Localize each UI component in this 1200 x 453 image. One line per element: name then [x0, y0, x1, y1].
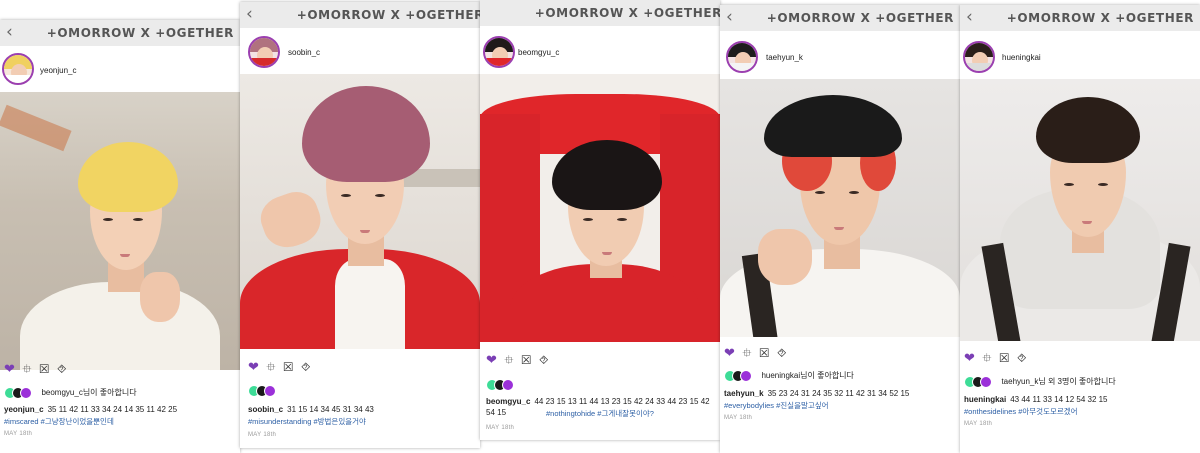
post-date: MAY 18th	[724, 415, 753, 421]
post-username[interactable]: beomgyu_c	[518, 48, 559, 57]
hashtags[interactable]: #nothingtohide #그게내잘못이야?	[546, 409, 716, 419]
cross-box-icon[interactable]: ☒	[999, 352, 1010, 365]
post-photo[interactable]	[240, 74, 480, 349]
post-card-soobin: ‹ +OMORROW X +OGETHER soobin_c ❤ ⯐ ☒ ⯑ s…	[240, 2, 480, 448]
liker-avatars[interactable]	[486, 378, 516, 391]
hashtags[interactable]: #everybodylies #진실을말고싶어	[724, 401, 958, 411]
hashtags[interactable]: #misunderstanding #방법은있을거야	[248, 417, 476, 427]
likes-row: hueningkai님이 좋아합니다	[724, 367, 854, 382]
app-title: +OMORROW X +OGETHER	[534, 6, 720, 20]
post-actions: ❤ ⯐ ☒ ⯑	[248, 359, 314, 375]
caption-text: 43 44 11 33 14 12 54 32 15	[1010, 395, 1108, 404]
diamond-icon[interactable]: ⯐	[982, 352, 991, 365]
caption-username[interactable]: yeonjun_c	[4, 405, 44, 414]
diamond-icon[interactable]: ⯐	[266, 361, 275, 374]
heart-icon[interactable]: ❤	[248, 361, 259, 374]
likes-text[interactable]: beomgyu_c님이 좋아합니다	[41, 387, 136, 398]
likes-text[interactable]: hueningkai님이 좋아합니다	[761, 370, 853, 381]
caption-username[interactable]: taehyun_k	[724, 389, 764, 398]
back-arrow-icon[interactable]: ‹	[6, 23, 13, 41]
post-photo[interactable]	[720, 79, 960, 337]
liker-avatars[interactable]	[248, 384, 278, 397]
app-title: +OMORROW X +OGETHER	[296, 8, 480, 22]
post-date: MAY 18th	[964, 421, 993, 427]
flower-icon[interactable]: ⯑	[777, 347, 786, 360]
caption: yeonjun_c 35 11 42 11 33 34 24 14 35 11 4…	[4, 404, 238, 415]
caption: soobin_c 31 15 14 34 45 31 34 43	[248, 404, 476, 415]
post-photo[interactable]	[960, 79, 1200, 341]
post-card-hueningkai: ‹ +OMORROW X +OGETHER hueningkai ❤ ⯐ ☒ ⯑…	[960, 5, 1200, 453]
cross-box-icon[interactable]: ☒	[521, 354, 532, 367]
post-date: MAY 18th	[4, 431, 33, 437]
likes-row: beomgyu_c님이 좋아합니다	[4, 384, 137, 399]
diamond-icon[interactable]: ⯐	[504, 354, 513, 367]
post-actions: ❤ ⯐ ☒ ⯑	[724, 345, 790, 361]
post-date: MAY 18th	[248, 432, 277, 438]
post-actions: ❤ ⯐ ☒ ⯑	[4, 361, 70, 377]
app-title: +OMORROW X +OGETHER	[1006, 11, 1194, 25]
likes-row	[486, 376, 523, 391]
likes-row: taehyun_k님 외 3명이 좋아합니다	[964, 373, 1116, 388]
caption-text: 35 11 42 11 33 34 24 14 35 11 42 25	[47, 405, 178, 414]
app-header: ‹ +OMORROW X +OGETHER	[240, 2, 480, 28]
caption-username[interactable]: soobin_c	[248, 405, 283, 414]
diamond-icon[interactable]: ⯐	[742, 347, 751, 360]
flower-icon[interactable]: ⯑	[57, 363, 66, 376]
post-username[interactable]: yeonjun_c	[40, 66, 76, 75]
heart-icon[interactable]: ❤	[486, 354, 497, 367]
flower-icon[interactable]: ⯑	[301, 361, 310, 374]
post-card-beomgyu: ‹ +OMORROW X +OGETHER beomgyu_c ❤ ⯐ ☒ ⯑ …	[480, 0, 720, 440]
diamond-icon[interactable]: ⯐	[22, 363, 31, 376]
post-actions: ❤ ⯐ ☒ ⯑	[486, 352, 552, 368]
post-username[interactable]: hueningkai	[1002, 53, 1041, 62]
liker-avatars[interactable]	[4, 386, 34, 399]
post-card-yeonjun: ‹ +OMORROW X +OGETHER yeonjun_c ❤ ⯐ ☒ ⯑ …	[0, 20, 240, 453]
liker-avatars[interactable]	[964, 375, 994, 388]
cross-box-icon[interactable]: ☒	[759, 347, 770, 360]
caption: taehyun_k 35 23 24 31 24 35 32 11 42 31 3…	[724, 388, 958, 399]
back-arrow-icon[interactable]: ‹	[966, 8, 973, 26]
post-username[interactable]: soobin_c	[288, 48, 320, 57]
avatar[interactable]	[963, 41, 995, 73]
cross-box-icon[interactable]: ☒	[283, 361, 294, 374]
app-header: ‹ +OMORROW X +OGETHER	[480, 0, 720, 26]
app-header: ‹ +OMORROW X +OGETHER	[960, 5, 1200, 31]
post-actions: ❤ ⯐ ☒ ⯑	[964, 350, 1030, 366]
caption-username[interactable]: beomgyu_c	[486, 397, 530, 406]
hashtags[interactable]: #onthesidelines #아무것도모르겠어	[964, 407, 1198, 417]
post-date: MAY 18th	[486, 425, 515, 431]
avatar[interactable]	[248, 36, 280, 68]
app-title: +OMORROW X +OGETHER	[766, 11, 954, 25]
hashtags[interactable]: #imscared #그냥장난이었을뿐인데	[4, 417, 238, 427]
caption: hueningkai 43 44 11 33 14 12 54 32 15	[964, 394, 1198, 405]
caption-text: 31 15 14 34 45 31 34 43	[287, 405, 374, 414]
post-card-taehyun: ‹ +OMORROW X +OGETHER taehyun_k ❤ ⯐ ☒ ⯑ …	[720, 5, 960, 453]
liker-avatars[interactable]	[724, 369, 754, 382]
post-username[interactable]: taehyun_k	[766, 53, 803, 62]
back-arrow-icon[interactable]: ‹	[726, 8, 733, 26]
caption-text: 35 23 24 31 24 35 32 11 42 31 34 52 15	[767, 389, 910, 398]
avatar[interactable]	[483, 36, 515, 68]
heart-icon[interactable]: ❤	[724, 347, 735, 360]
flower-icon[interactable]: ⯑	[539, 354, 548, 367]
heart-icon[interactable]: ❤	[4, 363, 15, 376]
heart-icon[interactable]: ❤	[964, 352, 975, 365]
flower-icon[interactable]: ⯑	[1017, 352, 1026, 365]
likes-row	[248, 382, 285, 397]
post-photo[interactable]	[480, 74, 720, 342]
app-title: +OMORROW X +OGETHER	[46, 26, 234, 40]
post-photo[interactable]	[0, 92, 240, 370]
app-header: ‹ +OMORROW X +OGETHER	[0, 20, 240, 46]
likes-text[interactable]: taehyun_k님 외 3명이 좋아합니다	[1001, 376, 1115, 387]
avatar[interactable]	[726, 41, 758, 73]
caption-username[interactable]: hueningkai	[964, 395, 1006, 404]
app-header: ‹ +OMORROW X +OGETHER	[720, 5, 960, 31]
back-arrow-icon[interactable]: ‹	[246, 5, 253, 23]
cross-box-icon[interactable]: ☒	[39, 363, 50, 376]
avatar[interactable]	[2, 53, 34, 85]
